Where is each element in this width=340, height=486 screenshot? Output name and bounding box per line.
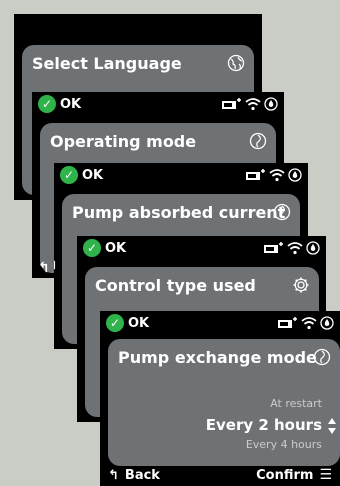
- card-title: Operating mode: [50, 132, 197, 151]
- footer-bar: ↰ Back Confirm ☰: [100, 464, 340, 486]
- check-icon: ✓: [38, 95, 56, 113]
- status-icons: [246, 168, 302, 182]
- status-ok: OK: [82, 167, 104, 183]
- wifi-icon: [269, 169, 285, 182]
- card-title: Pump absorbed current: [72, 203, 286, 222]
- globe-icon: [227, 54, 245, 72]
- status-bar: ✓ OK: [32, 92, 284, 116]
- back-arrow-icon[interactable]: ↰: [77, 333, 78, 349]
- back-arrow-icon: ↰: [108, 467, 119, 483]
- status-icons: [222, 97, 278, 111]
- spinner-icon: [273, 203, 291, 221]
- status-icons: [264, 241, 320, 255]
- back-arrow-icon[interactable]: ↰: [38, 260, 50, 276]
- card-title: Control type used: [95, 276, 256, 295]
- status-bar: ✓ OK: [77, 236, 326, 260]
- status-icons: [278, 316, 334, 330]
- back-arrow-icon[interactable]: ↰: [54, 257, 58, 273]
- confirm-button[interactable]: Confirm ☰: [256, 467, 332, 483]
- back-button[interactable]: ↰ Back: [108, 468, 160, 483]
- wifi-icon: [301, 317, 317, 330]
- card-title: Select Language: [32, 54, 182, 73]
- status-bar: ✓ OK: [54, 163, 308, 187]
- check-icon: ✓: [106, 314, 124, 332]
- check-icon: ✓: [60, 166, 78, 184]
- status-ok: OK: [128, 315, 150, 331]
- screen-pump-exchange-mode: ✓ OK Pump exchange mode At restart Every…: [100, 311, 340, 486]
- spinner-icon: [249, 132, 267, 150]
- water-drop-icon: [264, 97, 278, 111]
- water-drop-icon: [306, 241, 320, 255]
- status-bar: ✓ OK: [100, 311, 340, 335]
- back-label: Back: [124, 467, 160, 483]
- pump-plus-icon: [264, 242, 283, 253]
- water-drop-icon: [320, 316, 334, 330]
- card-title: Pump exchange mode: [118, 348, 317, 367]
- pump-plus-icon: [278, 317, 297, 328]
- status-ok: OK: [105, 240, 127, 256]
- previous-option[interactable]: At restart: [122, 397, 322, 410]
- card-pump-exchange-mode[interactable]: Pump exchange mode At restart Every 2 ho…: [108, 339, 340, 466]
- up-down-arrows-icon[interactable]: [326, 416, 338, 436]
- wifi-icon: [245, 98, 261, 111]
- check-icon: ✓: [83, 239, 101, 257]
- spinner-icon: [313, 348, 331, 366]
- pump-plus-icon: [222, 98, 241, 109]
- pump-plus-icon: [246, 169, 265, 180]
- menu-icon: ☰: [319, 467, 332, 483]
- water-drop-icon: [288, 168, 302, 182]
- confirm-label: Confirm: [256, 467, 314, 483]
- exchange-mode-picker[interactable]: At restart Every 2 hours Every 4 hours: [122, 397, 322, 451]
- status-ok: OK: [60, 96, 82, 112]
- gear-icon: [293, 277, 309, 293]
- next-option[interactable]: Every 4 hours: [122, 438, 322, 451]
- wifi-icon: [287, 242, 303, 255]
- selected-option[interactable]: Every 2 hours: [122, 416, 322, 434]
